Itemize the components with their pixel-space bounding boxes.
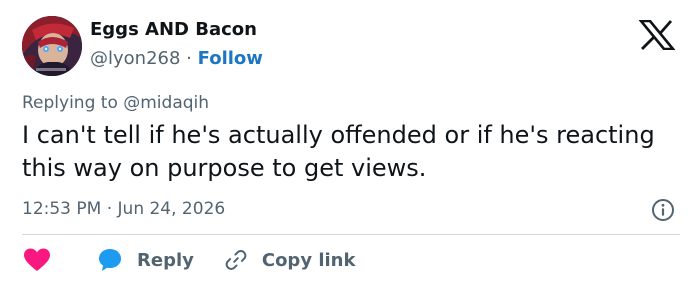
copy-link-button[interactable]: Copy link [224,248,356,272]
replying-to-mention[interactable]: @midaqih [123,93,209,113]
x-logo-icon[interactable] [638,19,676,51]
info-icon[interactable] [651,198,675,222]
reply-button[interactable]: Reply [97,247,194,273]
avatar-image [22,16,82,76]
avatar[interactable] [22,16,82,76]
heart-icon [24,248,50,271]
reply-label: Reply [137,249,194,271]
action-bar: Reply Copy link [22,245,355,275]
chat-bubble-icon [99,249,121,271]
replying-to-prefix: Replying to [22,93,118,113]
follow-button[interactable]: Follow [198,48,263,69]
author-handle-row: @lyon268 · Follow [90,48,263,69]
replying-to: Replying to @midaqih [22,93,209,113]
tweet-card: Eggs AND Bacon @lyon268 · Follow Replyin… [0,0,700,287]
author-handle[interactable]: @lyon268 [90,48,180,69]
author-display-name[interactable]: Eggs AND Bacon [90,19,257,40]
divider [22,234,680,235]
handle-separator: · [186,48,192,69]
link-icon [225,250,247,270]
copy-link-label: Copy link [261,249,356,271]
tweet-text: I can't tell if he's actually offended o… [22,121,655,182]
tweet-timestamp[interactable]: 12:53 PM · Jun 24, 2026 [22,199,225,219]
like-button[interactable] [22,247,52,273]
